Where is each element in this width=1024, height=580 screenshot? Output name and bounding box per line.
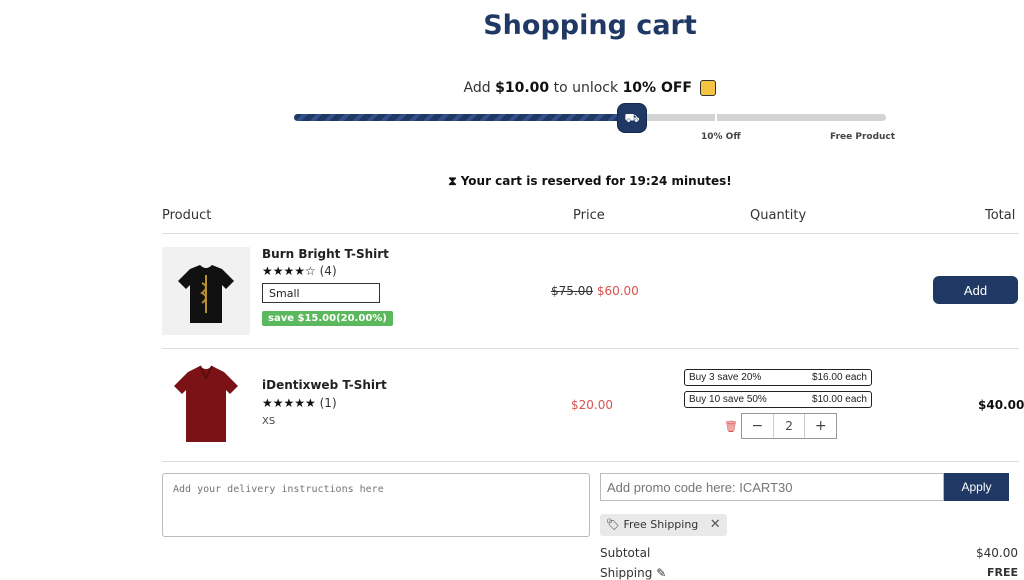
- line-total: $40.00: [978, 398, 1024, 412]
- variant-label: XS: [262, 416, 276, 427]
- discount-chip: 🏷 Free Shipping ✕: [600, 514, 727, 536]
- page-title: Shopping cart: [483, 10, 697, 41]
- unlock-prefix: Add: [463, 80, 491, 96]
- header-total: Total: [985, 208, 1016, 223]
- subtotal-value: $40.00: [976, 546, 1018, 560]
- promo-code-input[interactable]: [600, 473, 944, 501]
- truck-icon: ⛟: [617, 103, 647, 133]
- reservation-text: Your cart is reserved for 19:24 minutes!: [460, 174, 732, 188]
- decrement-button[interactable]: −: [742, 414, 773, 438]
- unlock-mid: to unlock: [553, 80, 619, 96]
- delivery-instructions-input[interactable]: [162, 473, 590, 537]
- rating-count: (1): [319, 396, 337, 410]
- savings-badge: save $15.00(20.00%): [262, 311, 393, 326]
- rating-stars: ★★★★★ (1): [262, 396, 337, 410]
- row-divider: [162, 461, 1019, 462]
- product-image-identixweb[interactable]: [162, 360, 250, 448]
- volume-tier-option[interactable]: Buy 3 save 20% $16.00 each: [684, 369, 872, 386]
- star-rating-icons: ★★★★★: [262, 396, 316, 410]
- trash-icon[interactable]: 🗑: [724, 420, 738, 433]
- product-name[interactable]: iDentixweb T-Shirt: [262, 378, 387, 392]
- tier-label: Buy 3 save 20%: [689, 372, 762, 383]
- product-image-burn-bright[interactable]: [162, 247, 250, 335]
- tag-icon: 🏷: [606, 518, 620, 531]
- header-divider: [162, 233, 1019, 234]
- milestone-free-product: Free Product: [830, 132, 896, 142]
- sale-price: $60.00: [596, 284, 639, 298]
- apply-promo-button[interactable]: Apply: [944, 473, 1009, 501]
- product-name[interactable]: Burn Bright T-Shirt: [262, 247, 389, 261]
- progress-fill: [294, 114, 634, 121]
- subtotal-label: Subtotal: [600, 546, 651, 560]
- rating-stars: ★★★★☆ (4): [262, 264, 337, 278]
- reservation-notice: ⧗ Your cart is reserved for 19:24 minutes…: [0, 174, 1024, 189]
- shipping-label: Shipping ✎: [600, 566, 666, 580]
- quantity-stepper[interactable]: − 2 +: [741, 413, 837, 439]
- volume-tier-option[interactable]: Buy 10 save 50% $10.00 each: [684, 391, 872, 408]
- header-quantity: Quantity: [750, 208, 807, 223]
- star-rating-icons: ★★★★☆: [262, 264, 316, 278]
- quantity-value[interactable]: 2: [772, 414, 806, 438]
- tier-price: $16.00 each: [811, 372, 867, 383]
- row-divider: [162, 348, 1019, 349]
- unlock-reward: 10% OFF: [622, 80, 692, 96]
- increment-button[interactable]: +: [805, 414, 836, 438]
- sale-price: $20.00: [571, 398, 613, 412]
- unlock-amount: $10.00: [495, 80, 550, 96]
- shipping-value: FREE: [986, 566, 1018, 579]
- discount-badge-icon: [700, 80, 717, 96]
- milestone-10-off: 10% Off: [701, 132, 741, 142]
- header-price: Price: [573, 208, 605, 223]
- add-to-cart-button[interactable]: Add: [933, 276, 1018, 304]
- pencil-icon[interactable]: ✎: [656, 566, 666, 580]
- original-price: $75.00: [551, 284, 593, 298]
- rating-count: (4): [319, 264, 337, 278]
- milestone-divider: [715, 111, 717, 124]
- variant-select[interactable]: Small: [262, 283, 380, 303]
- chip-label: Free Shipping: [623, 518, 699, 531]
- hourglass-icon: ⧗: [448, 174, 457, 188]
- shipping-label-text: Shipping: [600, 566, 653, 580]
- tier-label: Buy 10 save 50%: [689, 394, 767, 405]
- header-product: Product: [162, 208, 212, 223]
- tier-price: $10.00 each: [811, 394, 867, 405]
- price-cell: $75.00 $60.00: [551, 284, 639, 298]
- unlock-message: Add $10.00 to unlock 10% OFF: [0, 80, 1024, 96]
- close-icon[interactable]: ✕: [710, 517, 721, 532]
